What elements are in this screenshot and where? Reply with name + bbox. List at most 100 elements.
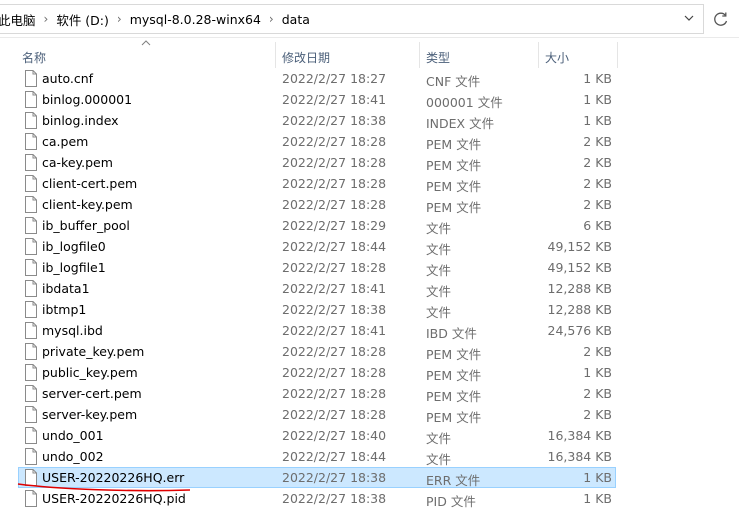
file-size: 1 KB <box>583 92 612 107</box>
file-icon <box>25 322 37 339</box>
file-icon <box>25 385 37 402</box>
breadcrumb-item-drive[interactable]: 软件 (D:) <box>50 10 115 29</box>
file-row[interactable]: mysql.ibd 2022/2/27 18:41 IBD 文件 24,576 KB <box>0 320 739 341</box>
file-type: INDEX 文件 <box>426 116 495 131</box>
file-type: PEM 文件 <box>426 158 482 173</box>
file-row[interactable]: public_key.pem 2022/2/27 18:28 PEM 文件 1 KB <box>0 362 739 383</box>
file-size: 12,288 KB <box>547 281 612 296</box>
file-size: 2 KB <box>583 134 612 149</box>
file-name: private_key.pem <box>42 344 145 359</box>
address-bar: 此电脑 › 软件 (D:) › mysql-8.0.28-winx64 › da… <box>0 0 739 38</box>
file-icon <box>25 91 37 108</box>
file-type: PEM 文件 <box>426 389 482 404</box>
file-icon <box>25 175 37 192</box>
file-name: server-key.pem <box>42 407 138 422</box>
file-row[interactable]: server-cert.pem 2022/2/27 18:28 PEM 文件 2 KB <box>0 383 739 404</box>
file-row[interactable]: server-key.pem 2022/2/27 18:28 PEM 文件 2 KB <box>0 404 739 425</box>
file-date: 2022/2/27 18:28 <box>282 155 387 170</box>
file-row[interactable]: ib_logfile0 2022/2/27 18:44 文件 49,152 KB <box>0 236 739 257</box>
breadcrumb-item-data-folder[interactable]: data <box>276 12 316 27</box>
file-row[interactable]: ca-key.pem 2022/2/27 18:28 PEM 文件 2 KB <box>0 152 739 173</box>
file-date: 2022/2/27 18:28 <box>282 260 387 275</box>
file-date: 2022/2/27 18:38 <box>282 302 387 317</box>
file-type: 文件 <box>426 242 452 257</box>
file-type: IBD 文件 <box>426 326 477 341</box>
file-type: ERR 文件 <box>426 473 481 488</box>
breadcrumb-item-this-pc[interactable]: 此电脑 <box>0 10 42 29</box>
chevron-right-icon[interactable]: › <box>115 12 124 26</box>
file-icon <box>25 133 37 150</box>
file-list: auto.cnf 2022/2/27 18:27 CNF 文件 1 KB binlog.… <box>0 68 739 509</box>
file-date: 2022/2/27 18:27 <box>282 71 387 86</box>
breadcrumb-item-mysql-folder[interactable]: mysql-8.0.28-winx64 <box>124 12 267 27</box>
file-type: 文件 <box>426 431 452 446</box>
file-type: CNF 文件 <box>426 74 481 89</box>
file-icon <box>25 280 37 297</box>
file-date: 2022/2/27 18:29 <box>282 218 387 233</box>
file-size: 24,576 KB <box>547 323 612 338</box>
file-row[interactable]: auto.cnf 2022/2/27 18:27 CNF 文件 1 KB <box>0 68 739 89</box>
file-date: 2022/2/27 18:28 <box>282 134 387 149</box>
column-date-header[interactable]: 修改日期 <box>282 49 330 66</box>
file-size: 16,384 KB <box>547 449 612 464</box>
file-type: PEM 文件 <box>426 410 482 425</box>
file-name: ibdata1 <box>42 281 90 296</box>
column-divider[interactable] <box>419 42 420 68</box>
file-type: 文件 <box>426 284 452 299</box>
column-divider[interactable] <box>538 42 539 68</box>
file-name: binlog.index <box>42 113 119 128</box>
annotation-underline <box>17 483 191 492</box>
file-size: 1 KB <box>583 113 612 128</box>
file-row[interactable]: client-key.pem 2022/2/27 18:28 PEM 文件 2 KB <box>0 194 739 215</box>
file-row[interactable]: undo_002 2022/2/27 18:44 文件 16,384 KB <box>0 446 739 467</box>
file-size: 1 KB <box>583 470 612 485</box>
file-name: ca-key.pem <box>42 155 113 170</box>
column-divider[interactable] <box>617 42 618 68</box>
file-icon <box>25 448 37 465</box>
file-row[interactable]: ca.pem 2022/2/27 18:28 PEM 文件 2 KB <box>0 131 739 152</box>
file-type: 文件 <box>426 221 452 236</box>
file-icon <box>25 154 37 171</box>
chevron-right-icon[interactable]: › <box>42 12 51 26</box>
chevron-down-icon[interactable] <box>683 12 695 24</box>
file-type: 文件 <box>426 452 452 467</box>
file-icon <box>25 364 37 381</box>
file-row[interactable]: binlog.000001 2022/2/27 18:41 000001 文件 1 K… <box>0 89 739 110</box>
file-size: 1 KB <box>583 365 612 380</box>
file-size: 6 KB <box>583 218 612 233</box>
file-row[interactable]: ibdata1 2022/2/27 18:41 文件 12,288 KB <box>0 278 739 299</box>
chevron-right-icon[interactable]: › <box>267 12 276 26</box>
file-date: 2022/2/27 18:28 <box>282 386 387 401</box>
file-date: 2022/2/27 18:41 <box>282 323 387 338</box>
file-date: 2022/2/27 18:41 <box>282 92 387 107</box>
file-date: 2022/2/27 18:28 <box>282 344 387 359</box>
file-icon <box>25 406 37 423</box>
file-row[interactable]: ib_buffer_pool 2022/2/27 18:29 文件 6 KB <box>0 215 739 236</box>
file-icon <box>25 259 37 276</box>
refresh-icon[interactable] <box>712 10 730 28</box>
file-row[interactable]: ibtmp1 2022/2/27 18:38 文件 12,288 KB <box>0 299 739 320</box>
sort-up-icon <box>141 40 151 46</box>
file-name: ib_logfile1 <box>42 260 106 275</box>
column-divider[interactable] <box>275 42 276 68</box>
file-date: 2022/2/27 18:28 <box>282 176 387 191</box>
file-row[interactable]: client-cert.pem 2022/2/27 18:28 PEM 文件 2 KB <box>0 173 739 194</box>
file-size: 2 KB <box>583 407 612 422</box>
file-type: 000001 文件 <box>426 95 503 110</box>
column-type-header[interactable]: 类型 <box>426 49 450 66</box>
file-date: 2022/2/27 18:40 <box>282 428 387 443</box>
file-type: 文件 <box>426 305 452 320</box>
file-size: 2 KB <box>583 386 612 401</box>
column-name-header[interactable]: 名称 <box>22 49 46 66</box>
file-type: PEM 文件 <box>426 200 482 215</box>
file-date: 2022/2/27 18:41 <box>282 281 387 296</box>
file-name: client-key.pem <box>42 197 133 212</box>
file-size: 49,152 KB <box>547 260 612 275</box>
file-row[interactable]: binlog.index 2022/2/27 18:38 INDEX 文件 1 KB <box>0 110 739 131</box>
file-name: client-cert.pem <box>42 176 138 191</box>
file-row[interactable]: undo_001 2022/2/27 18:40 文件 16,384 KB <box>0 425 739 446</box>
file-size: 1 KB <box>583 71 612 86</box>
file-row[interactable]: private_key.pem 2022/2/27 18:28 PEM 文件 2 KB <box>0 341 739 362</box>
file-row[interactable]: ib_logfile1 2022/2/27 18:28 文件 49,152 KB <box>0 257 739 278</box>
column-size-header[interactable]: 大小 <box>545 49 569 66</box>
